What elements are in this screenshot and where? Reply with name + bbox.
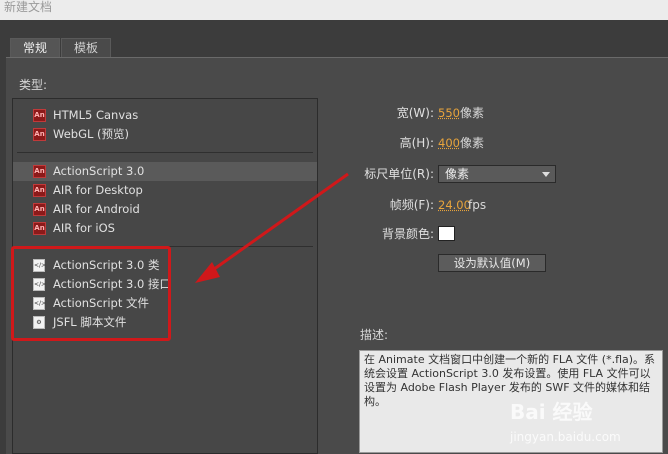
- background-color-label: 背景颜色:: [381, 227, 434, 241]
- highlight-box: [11, 246, 171, 341]
- list-item-air-ios[interactable]: An AIR for iOS: [13, 219, 317, 238]
- frame-rate-label: 帧频(F):: [389, 198, 434, 212]
- list-item-label: AIR for Android: [53, 202, 140, 216]
- height-value[interactable]: 400: [438, 134, 460, 152]
- tab-general[interactable]: 常规: [10, 38, 60, 57]
- ruler-units-value: 像素: [445, 167, 470, 181]
- an-icon: An: [33, 184, 46, 197]
- an-icon: An: [33, 165, 46, 178]
- window-title: 新建文档: [0, 0, 668, 20]
- background-color-swatch[interactable]: [438, 226, 455, 241]
- list-divider: [17, 152, 313, 153]
- height-label: 高(H):: [399, 136, 434, 150]
- height-row: 高(H):: [330, 134, 434, 152]
- list-item-air-android[interactable]: An AIR for Android: [13, 200, 317, 219]
- watermark-url: jingyan.baidu.com: [510, 430, 621, 444]
- type-label: 类型:: [19, 78, 48, 92]
- ruler-units-select[interactable]: 像素: [438, 165, 556, 183]
- list-item-label: AIR for Desktop: [53, 183, 143, 197]
- list-item-html5-canvas[interactable]: An HTML5 Canvas: [13, 106, 317, 125]
- ruler-units-row: 标尺单位(R):: [330, 165, 434, 183]
- list-item-label: ActionScript 3.0: [53, 164, 145, 178]
- watermark: Bai 经验 jingyan.baidu.com: [510, 396, 660, 448]
- width-row: 宽(W):: [330, 104, 434, 122]
- width-unit: 像素: [460, 106, 485, 120]
- set-default-button[interactable]: 设为默认值(M): [438, 254, 546, 272]
- list-item-webgl[interactable]: An WebGL (预览): [13, 125, 317, 144]
- list-item-label: AIR for iOS: [53, 221, 115, 235]
- list-item-actionscript-3[interactable]: An ActionScript 3.0: [13, 162, 317, 181]
- ruler-units-label: 标尺单位(R):: [364, 167, 434, 181]
- frame-rate-value[interactable]: 24.00: [438, 196, 471, 214]
- tab-templates[interactable]: 模板: [61, 38, 111, 57]
- tab-strip: 常规 模板: [0, 20, 668, 58]
- background-color-row: 背景颜色:: [330, 225, 434, 243]
- an-icon: An: [33, 109, 46, 122]
- an-icon: An: [33, 222, 46, 235]
- frame-rate-unit: fps: [468, 198, 487, 212]
- an-icon: An: [33, 203, 46, 216]
- height-unit: 像素: [460, 136, 485, 150]
- an-icon: An: [33, 128, 46, 141]
- list-item-label: HTML5 Canvas: [53, 108, 139, 122]
- width-label: 宽(W):: [396, 106, 434, 120]
- list-item-air-desktop[interactable]: An AIR for Desktop: [13, 181, 317, 200]
- description-label: 描述:: [360, 328, 389, 342]
- frame-rate-row: 帧频(F):: [330, 196, 434, 214]
- chevron-down-icon: [542, 172, 550, 177]
- watermark-brand: Bai 经验: [510, 400, 593, 424]
- list-item-label: WebGL (预览): [53, 127, 130, 141]
- width-value[interactable]: 550: [438, 104, 460, 122]
